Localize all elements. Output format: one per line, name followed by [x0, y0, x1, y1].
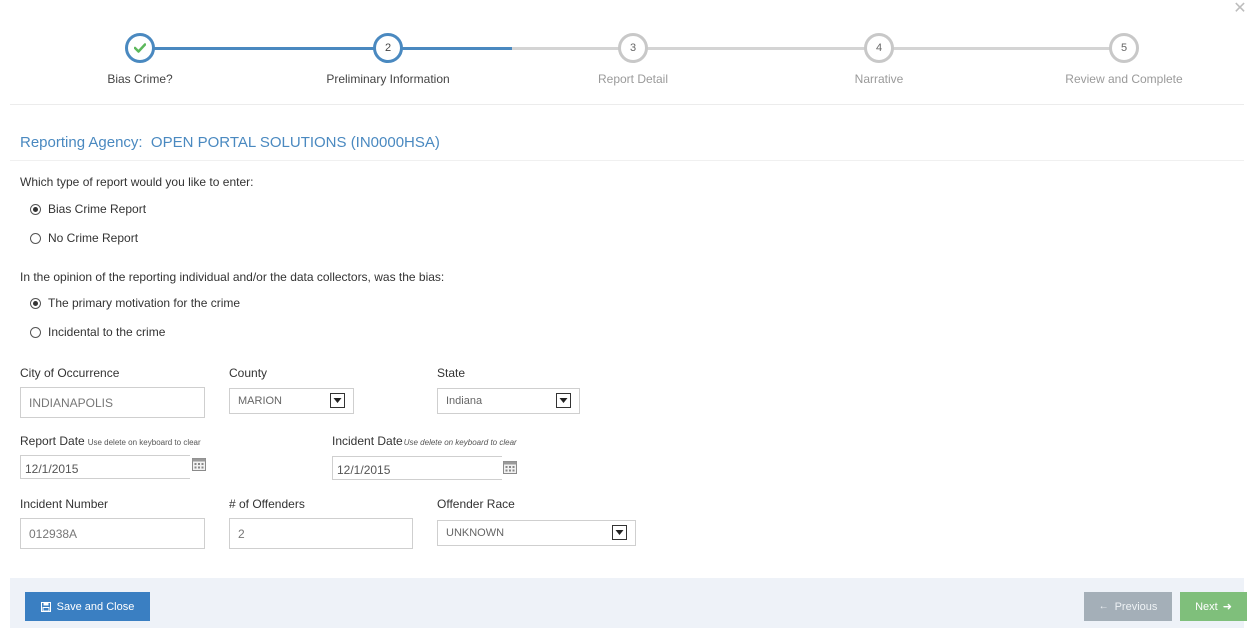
radio-checked-icon: [30, 203, 41, 215]
radio-label: Bias Crime Report: [48, 202, 147, 216]
arrow-left-icon: ←: [1098, 601, 1109, 612]
wizard-step-preliminary[interactable]: 2 Preliminary Information: [308, 33, 468, 86]
radio-label: No Crime Report: [48, 231, 139, 245]
save-label: Save and Close: [56, 600, 135, 613]
offender-race-label: Offender Race: [437, 497, 515, 511]
calendar-icon[interactable]: [503, 460, 517, 474]
radio-unchecked-icon: [30, 326, 41, 338]
incident-date-label-text: Incident Date: [332, 434, 403, 448]
radio-unchecked-icon: [30, 232, 41, 244]
report-date-field[interactable]: 12/1/2015: [20, 455, 190, 479]
arrow-right-icon: ➜: [1222, 601, 1232, 613]
radio-primary-motivation[interactable]: The primary motivation for the crime: [30, 296, 240, 310]
save-and-close-button[interactable]: Save and Close: [25, 592, 150, 621]
chevron-down-icon[interactable]: [612, 525, 627, 540]
step-number: 5: [1109, 33, 1139, 63]
footer-bar: [10, 578, 1244, 628]
state-select[interactable]: Indiana: [437, 388, 580, 414]
wizard-progress: Bias Crime? 2 Preliminary Information 3 …: [0, 0, 1254, 105]
incident-number-field[interactable]: 012938A: [20, 518, 205, 549]
report-date-label: Report Date Use delete on keyboard to cle…: [20, 434, 201, 448]
step-label: Preliminary Information: [326, 72, 450, 86]
report-type-question: Which type of report would you like to e…: [20, 175, 254, 189]
bias-question: In the opinion of the reporting individu…: [20, 270, 445, 284]
incident-date-label: Incident DateUse delete on keyboard to c…: [332, 434, 517, 448]
report-date-label-text: Report Date: [20, 434, 85, 448]
reporting-agency: Reporting Agency: OPEN PORTAL SOLUTIONS …: [20, 134, 440, 151]
county-select[interactable]: MARION: [229, 388, 354, 414]
city-label: City of Occurrence: [20, 366, 120, 380]
state-label: State: [437, 366, 466, 380]
offenders-label: # of Offenders: [229, 497, 305, 511]
divider: [10, 160, 1244, 161]
wizard-step-review[interactable]: 5 Review and Complete: [1044, 33, 1204, 86]
step-label: Bias Crime?: [107, 72, 173, 86]
checkmark-icon: [125, 33, 155, 63]
floppy-disk-icon: [40, 601, 51, 612]
step-number: 2: [373, 33, 403, 63]
wizard-step-narrative[interactable]: 4 Narrative: [799, 33, 959, 86]
wizard-step-bias-crime[interactable]: Bias Crime?: [60, 33, 220, 86]
calendar-icon[interactable]: [192, 457, 206, 471]
step-label: Narrative: [854, 72, 904, 86]
radio-no-crime-report[interactable]: No Crime Report: [30, 231, 138, 245]
radio-checked-icon: [30, 297, 41, 309]
report-date-hint: Use delete on keyboard to clear: [87, 438, 201, 447]
city-field[interactable]: INDIANAPOLIS: [20, 387, 205, 418]
radio-bias-crime-report[interactable]: Bias Crime Report: [30, 202, 146, 216]
previous-button[interactable]: ← Previous: [1084, 592, 1172, 621]
step-number: 4: [864, 33, 894, 63]
wizard-step-report-detail[interactable]: 3 Report Detail: [553, 33, 713, 86]
agency-label: Reporting Agency:: [20, 134, 143, 151]
next-label: Next: [1195, 600, 1218, 613]
county-value: MARION: [238, 395, 282, 407]
chevron-down-icon[interactable]: [330, 393, 345, 408]
radio-label: Incidental to the crime: [48, 325, 166, 339]
radio-label: The primary motivation for the crime: [48, 296, 241, 310]
step-number: 3: [618, 33, 648, 63]
step-label: Report Detail: [597, 72, 669, 86]
chevron-down-icon[interactable]: [556, 393, 571, 408]
next-button[interactable]: Next ➜: [1180, 592, 1247, 621]
radio-incidental[interactable]: Incidental to the crime: [30, 325, 165, 339]
step-label: Review and Complete: [1065, 72, 1183, 86]
county-label: County: [229, 366, 268, 380]
incident-date-hint: Use delete on keyboard to clear: [403, 438, 517, 447]
divider: [10, 104, 1244, 105]
offenders-field[interactable]: 2: [229, 518, 413, 549]
incident-number-label: Incident Number: [20, 497, 109, 511]
agency-value: OPEN PORTAL SOLUTIONS (IN0000HSA): [150, 134, 440, 151]
offender-race-value: UNKNOWN: [446, 527, 505, 539]
state-value: Indiana: [446, 395, 483, 407]
incident-date-field[interactable]: 12/1/2015: [332, 456, 502, 480]
offender-race-select[interactable]: UNKNOWN: [437, 520, 636, 546]
previous-label: Previous: [1114, 600, 1158, 613]
